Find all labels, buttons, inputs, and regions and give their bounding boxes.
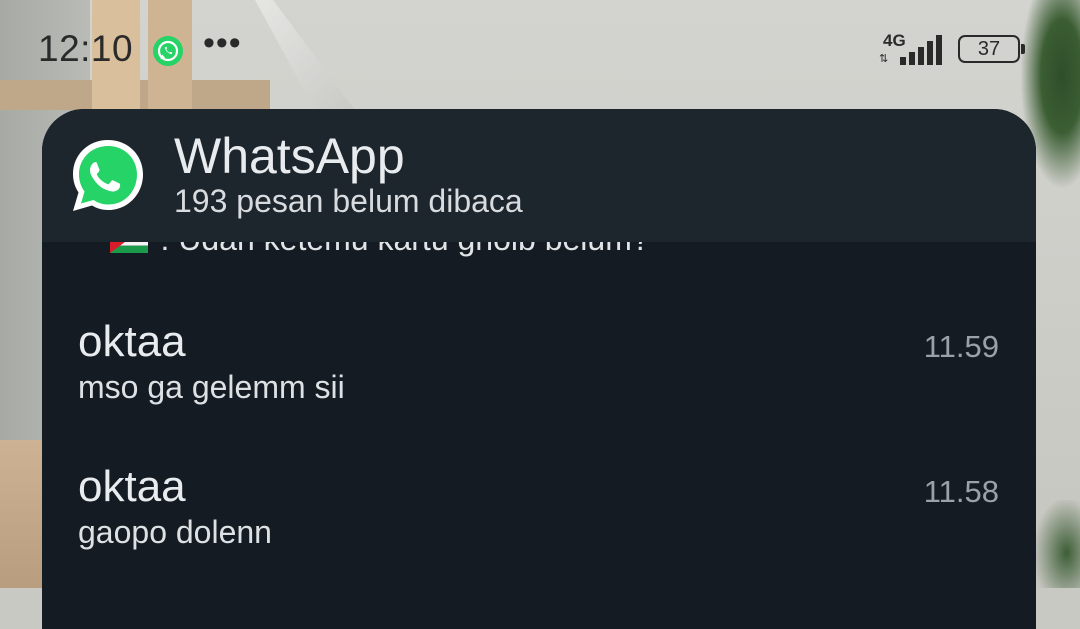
app-name: WhatsApp [174, 128, 405, 184]
battery-level: 37 [977, 38, 1001, 60]
message-item[interactable]: oktaa 11.58 gaopo dolenn [42, 454, 1036, 594]
whatsapp-logo-icon [73, 140, 143, 211]
message-time: 11.58 [923, 474, 999, 509]
message-sender: oktaa [78, 317, 186, 366]
more-dots-icon: ••• [203, 24, 242, 62]
message-sender: oktaa [78, 462, 186, 511]
whatsapp-notification[interactable]: WhatsApp 193 pesan belum dibaca ~ : Udah… [42, 109, 1036, 629]
notification-header[interactable]: WhatsApp 193 pesan belum dibaca [42, 109, 1036, 242]
battery-icon: 37 [958, 35, 1025, 63]
data-activity-icon: ⇅ [879, 53, 889, 65]
status-bar: 12:10 ••• 4G ⇅ 37 [0, 0, 1080, 100]
status-time: 12:10 [38, 28, 134, 69]
wallpaper-roof [0, 440, 44, 588]
whatsapp-icon [153, 36, 183, 66]
message-text: gaopo dolenn [78, 514, 272, 550]
message-item[interactable]: oktaa 11.59 mso ga gelemm sii [42, 309, 1036, 449]
signal-strength-icon [900, 35, 942, 65]
wallpaper-tree [1035, 500, 1080, 588]
unread-summary: 193 pesan belum dibaca [174, 183, 523, 219]
message-text: mso ga gelemm sii [78, 369, 345, 405]
message-time: 11.59 [923, 329, 999, 364]
